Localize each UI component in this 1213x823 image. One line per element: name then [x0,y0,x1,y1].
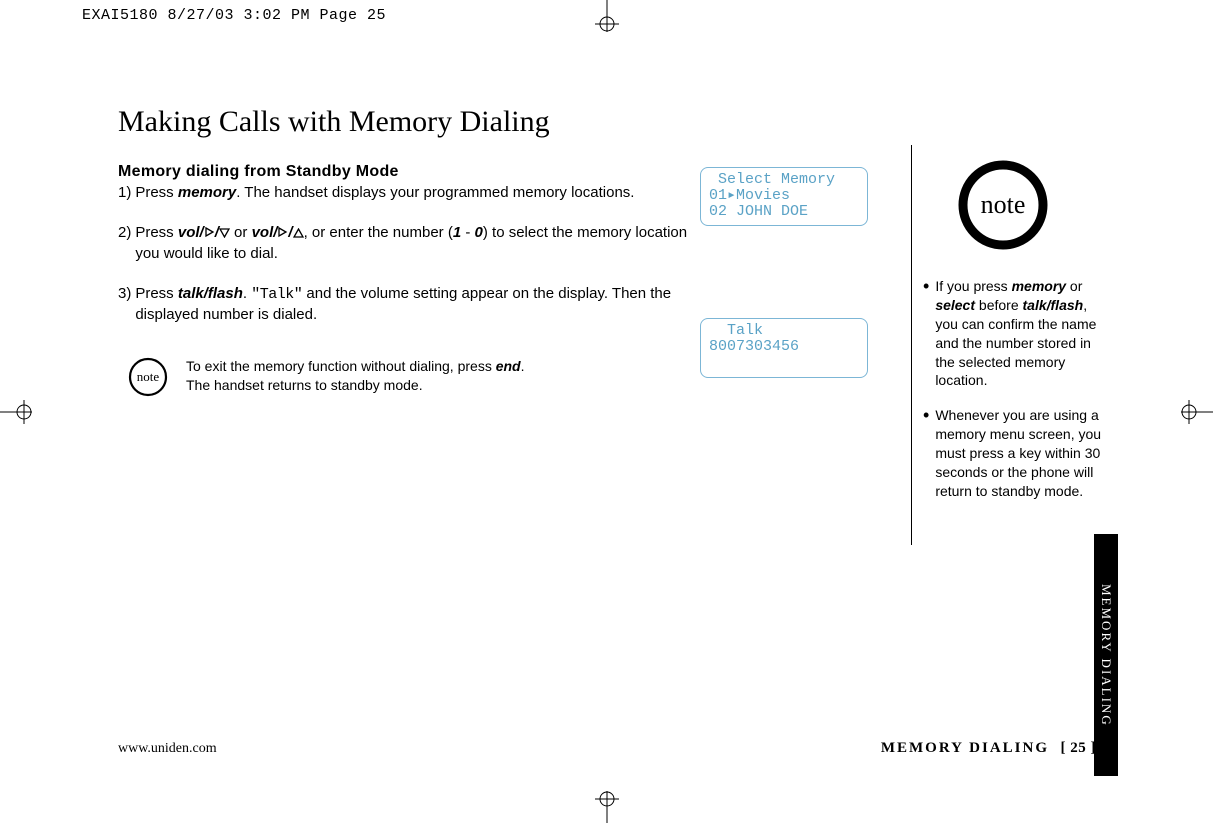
step-body: Press talk/flash. "Talk" and the volume … [135,284,700,326]
inline-note-text: To exit the memory function without dial… [186,355,524,395]
page-footer: www.uniden.com MEMORY DIALING [ 25 ] [118,740,1096,757]
lcd-line [709,355,859,371]
keyword-vol-down: vol// [178,224,230,241]
crop-mark-left-icon [0,382,32,442]
crop-mark-bottom-icon [577,791,637,823]
sidebar-note-2: Whenever you are using a memory menu scr… [923,406,1103,500]
step-number: 2) [118,223,131,264]
print-header: EXAI5180 8/27/03 3:02 PM Page 25 [82,7,386,24]
crop-mark-right-icon [1181,382,1213,442]
sidebar-note-1: If you press memory or select before tal… [923,277,1103,390]
lcd-line: Select Memory [709,172,859,188]
footer-url: www.uniden.com [118,741,217,757]
keyword-talk-flash: talk/flash [178,285,243,302]
lcd-screen-1: Select Memory 01▸Movies 02 JOHN DOE [700,167,868,226]
down-arrow-icon [219,228,230,238]
lcd-line: Talk [709,323,859,339]
lcd-screen-2: Talk 8007303456 [700,318,868,377]
step-1: 1) Press memory. The handset displays yo… [118,183,700,203]
step-body: Press memory. The handset displays your … [135,183,700,203]
step-body: Press vol// or vol//, or enter the numbe… [135,223,700,264]
sidebar-notes: note If you press memory or select befor… [923,163,1103,517]
page-title: Making Calls with Memory Dialing [118,105,1108,139]
keyword-vol-up: vol// [252,224,304,241]
lcd-line: 02 JOHN DOE [709,204,859,220]
step-number: 3) [118,284,131,326]
note-icon: note [126,355,170,399]
svg-text:note: note [137,369,160,384]
lcd-line: 01▸Movies [709,188,859,204]
inline-note: note To exit the memory function without… [126,355,700,399]
step-number: 1) [118,183,131,203]
note-icon: note [953,155,1053,255]
footer-section: MEMORY DIALING [ 25 ] [881,740,1096,757]
keyword-end: end [496,358,521,374]
lcd-text-inline: "Talk" [251,286,302,303]
keyword-memory: memory [178,184,236,201]
svg-text:note: note [981,190,1026,219]
step-3: 3) Press talk/flash. "Talk" and the volu… [118,284,700,326]
divider [911,145,912,545]
ringer-icon [204,226,215,238]
ringer-icon [277,226,288,238]
step-2: 2) Press vol// or vol//, or enter the nu… [118,223,700,264]
section-tab: MEMORY DIALING [1094,534,1118,776]
section-subhead: Memory dialing from Standby Mode [118,163,700,181]
crop-mark-top-icon [577,0,637,32]
up-arrow-icon [293,228,304,238]
lcd-line: 8007303456 [709,339,859,355]
